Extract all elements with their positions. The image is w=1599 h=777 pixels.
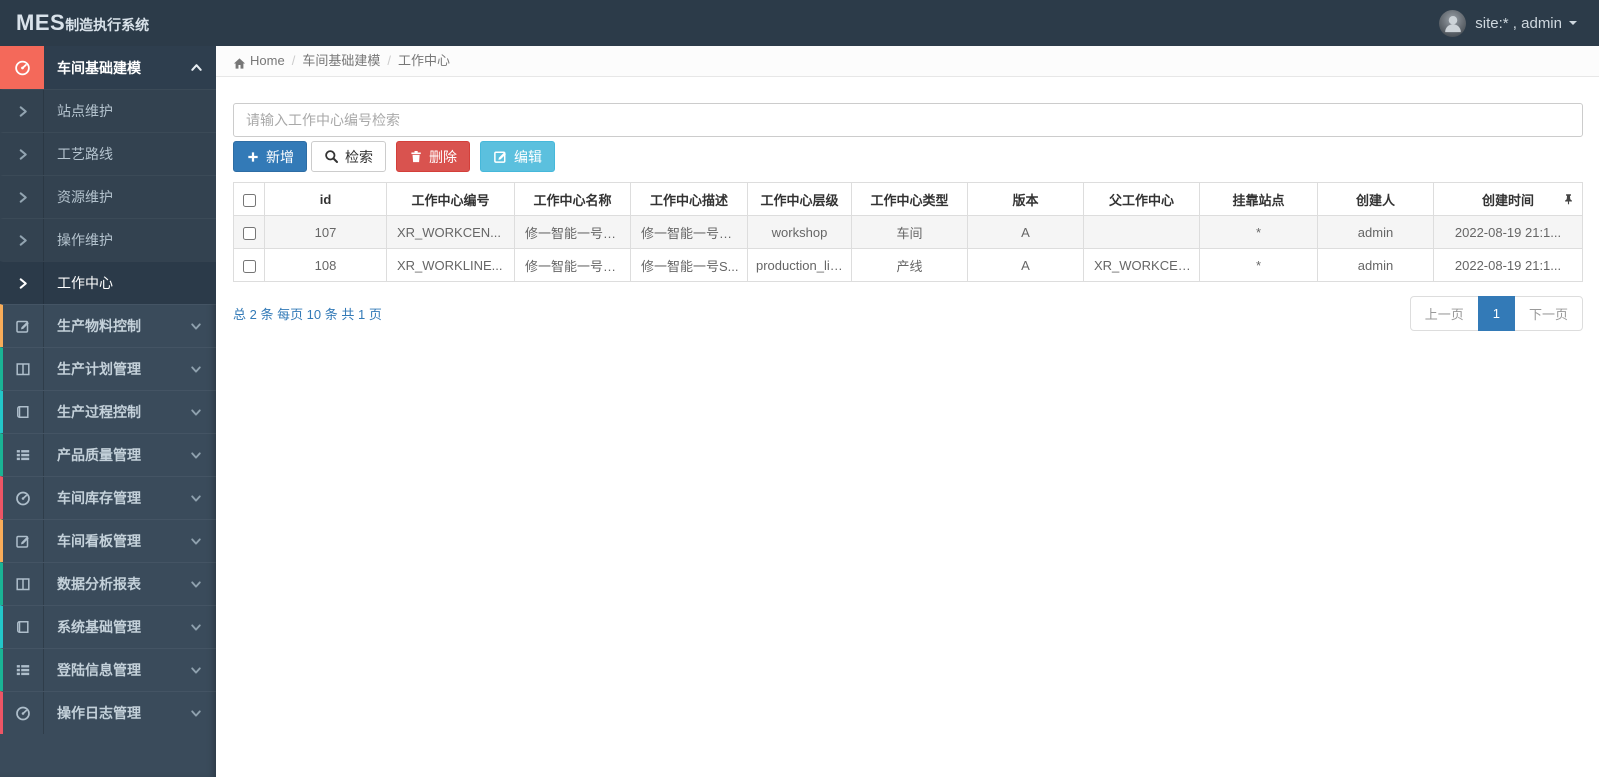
sidebar-item-operation-log-management[interactable]: 操作日志管理 xyxy=(0,691,216,734)
pin-icon[interactable] xyxy=(1562,192,1575,206)
col-creator: 创建人 xyxy=(1317,182,1434,216)
chevron-right-icon xyxy=(3,262,44,304)
edit-icon xyxy=(3,305,44,347)
tachometer-icon xyxy=(3,477,44,519)
chevron-down-icon xyxy=(176,649,216,691)
sidebar-item-login-info-management[interactable]: 登陆信息管理 xyxy=(0,648,216,691)
chevron-right-icon xyxy=(3,219,44,261)
edit-icon xyxy=(3,520,44,562)
table-row: 107 XR_WORKCEN... 修一智能一号车间 修一智能一号车间 work… xyxy=(233,215,1583,249)
sidebar-item-production-material-control[interactable]: 生产物料控制 xyxy=(0,304,216,347)
chevron-down-icon xyxy=(176,606,216,648)
col-name: 工作中心名称 xyxy=(514,182,631,216)
row-select-checkbox[interactable] xyxy=(242,226,256,240)
search-input[interactable] xyxy=(233,103,1583,137)
tachometer-icon xyxy=(0,46,44,89)
tachometer-icon xyxy=(3,692,44,734)
sidebar-item-data-analysis-report[interactable]: 数据分析报表 xyxy=(0,562,216,605)
delete-button[interactable]: 删除 xyxy=(396,141,470,172)
sidebar-nav: 车间基础建模 站点维护 工艺路线 资源维护 操作维护 工作中心 生产物料控制 生… xyxy=(0,46,216,777)
page-1-button[interactable]: 1 xyxy=(1477,296,1515,331)
main-content: Home/车间基础建模/工作中心 新增 检索 删除 编辑 xyxy=(216,46,1599,777)
breadcrumb-current: 工作中心 xyxy=(397,53,450,68)
chevron-down-icon xyxy=(176,391,216,433)
add-button[interactable]: 新增 xyxy=(233,141,307,172)
sidebar-item-resource-maintenance[interactable]: 资源维护 xyxy=(0,175,216,218)
plus-icon xyxy=(248,151,258,162)
brand-secondary: 制造执行系统 xyxy=(65,17,150,33)
book-icon xyxy=(3,606,44,648)
sidebar-item-station-maintenance[interactable]: 站点维护 xyxy=(0,89,216,132)
chevron-down-icon xyxy=(176,520,216,562)
col-create-time: 创建时间 xyxy=(1433,182,1583,216)
pagination: 上一页 1 下一页 xyxy=(1409,296,1583,331)
sidebar-item-work-center[interactable]: 工作中心 xyxy=(0,261,216,304)
row-select-checkbox[interactable] xyxy=(242,259,256,273)
chevron-up-icon xyxy=(176,46,216,89)
chevron-right-icon xyxy=(3,133,44,175)
edit-button[interactable]: 编辑 xyxy=(480,141,555,172)
table-header-row: id 工作中心编号 工作中心名称 工作中心描述 工作中心层级 工作中心类型 版本… xyxy=(233,182,1583,216)
table-row: 108 XR_WORKLINE... 修一智能一号S... 修一智能一号S...… xyxy=(233,248,1583,282)
caret-down-icon xyxy=(1569,21,1577,25)
table-footer: 总 2 条 每页 10 条 共 1 页 上一页 1 下一页 xyxy=(233,296,1583,331)
col-version: 版本 xyxy=(967,182,1084,216)
col-code: 工作中心编号 xyxy=(386,182,515,216)
list-icon xyxy=(3,434,44,476)
prev-page-button[interactable]: 上一页 xyxy=(1409,296,1479,331)
columns-icon xyxy=(3,563,44,605)
user-avatar xyxy=(1439,9,1467,37)
edit-icon xyxy=(494,151,507,163)
breadcrumb-home[interactable]: Home xyxy=(250,53,285,68)
col-type: 工作中心类型 xyxy=(851,182,968,216)
user-menu[interactable]: site:* , admin xyxy=(1439,9,1599,37)
list-icon xyxy=(3,649,44,691)
col-level: 工作中心层级 xyxy=(747,182,852,216)
sidebar-item-operation-maintenance[interactable]: 操作维护 xyxy=(0,218,216,261)
sidebar-item-workshop-kanban-management[interactable]: 车间看板管理 xyxy=(0,519,216,562)
chevron-down-icon xyxy=(176,692,216,734)
sidebar-item-workshop-inventory-management[interactable]: 车间库存管理 xyxy=(0,476,216,519)
person-icon xyxy=(1444,15,1461,33)
work-center-table: id 工作中心编号 工作中心名称 工作中心描述 工作中心层级 工作中心类型 版本… xyxy=(233,182,1583,282)
chevron-right-icon xyxy=(3,90,44,132)
header-select-all xyxy=(233,182,265,216)
chevron-right-icon xyxy=(3,176,44,218)
sidebar-item-process-route[interactable]: 工艺路线 xyxy=(0,132,216,175)
pagination-summary: 总 2 条 每页 10 条 共 1 页 xyxy=(233,307,382,322)
next-page-button[interactable]: 下一页 xyxy=(1513,296,1583,331)
user-label: site:* , admin xyxy=(1475,14,1562,32)
sidebar-item-workshop-modeling[interactable]: 车间基础建模 xyxy=(0,46,216,89)
breadcrumb: Home / 车间基础建模 / 工作中心 xyxy=(216,46,1599,77)
home-icon xyxy=(233,58,246,69)
chevron-down-icon xyxy=(176,348,216,390)
app-logo[interactable]: MES制造执行系统 xyxy=(0,10,149,36)
col-parent: 父工作中心 xyxy=(1083,182,1200,216)
sidebar-submenu: 站点维护 工艺路线 资源维护 操作维护 工作中心 xyxy=(0,89,216,304)
col-description: 工作中心描述 xyxy=(630,182,748,216)
search-button[interactable]: 检索 xyxy=(311,141,386,172)
trash-icon xyxy=(411,150,421,163)
chevron-down-icon xyxy=(176,477,216,519)
book-icon xyxy=(3,391,44,433)
chevron-down-icon xyxy=(176,434,216,476)
sidebar-item-production-process-control[interactable]: 生产过程控制 xyxy=(0,390,216,433)
toolbar: 新增 检索 删除 编辑 xyxy=(233,141,1583,172)
col-station: 挂靠站点 xyxy=(1199,182,1318,216)
brand-primary: MES xyxy=(16,10,66,35)
search-icon xyxy=(325,150,338,163)
sidebar-item-system-basic-management[interactable]: 系统基础管理 xyxy=(0,605,216,648)
columns-icon xyxy=(3,348,44,390)
chevron-down-icon xyxy=(176,563,216,605)
chevron-down-icon xyxy=(176,305,216,347)
top-navbar: MES制造执行系统 site:* , admin xyxy=(0,0,1599,46)
sidebar-item-production-plan-management[interactable]: 生产计划管理 xyxy=(0,347,216,390)
breadcrumb-workshop-modeling[interactable]: 车间基础建模 xyxy=(302,53,380,68)
sidebar-item-product-quality-management[interactable]: 产品质量管理 xyxy=(0,433,216,476)
col-id: id xyxy=(264,182,387,216)
select-all-checkbox[interactable] xyxy=(242,193,256,207)
